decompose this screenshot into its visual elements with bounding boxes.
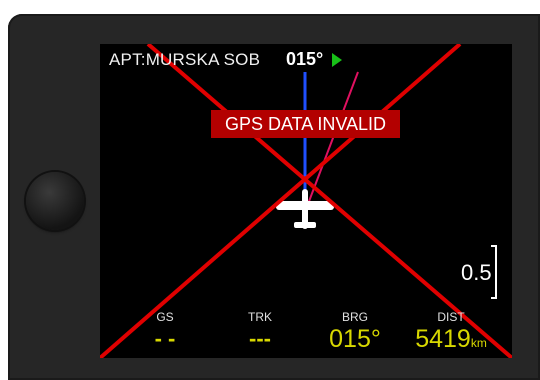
bearing-field: BRG 015° [320, 310, 390, 354]
rotary-knob[interactable] [26, 172, 84, 230]
range-bracket [491, 245, 497, 299]
dist-label: DIST [437, 310, 465, 324]
heading-pointer-icon [332, 53, 342, 67]
brg-label: BRG [341, 310, 368, 324]
trk-value: --- [249, 326, 271, 351]
dist-unit: km [470, 336, 487, 350]
dist-value-wrap: 5419km [406, 325, 496, 354]
gps-invalid-warning: GPS DATA INVALID [211, 110, 400, 138]
range-value: 0.5 [461, 260, 492, 285]
gs-value: - - [154, 326, 176, 351]
dist-value: 5419 [415, 325, 471, 353]
ground-speed-field: GS - - [145, 310, 185, 352]
distance-field: DIST 5419km [406, 310, 496, 354]
gps-display: APT:MURSKA SOB 015° GPS DATA INVALID 0.5… [100, 44, 512, 358]
gs-label: GS [156, 310, 174, 324]
airport-name: APT:MURSKA SOB [109, 50, 261, 69]
brg-value: 015° [329, 325, 381, 353]
track-field: TRK --- [240, 310, 280, 352]
trk-label: TRK [248, 310, 272, 324]
heading-readout: 015° [286, 49, 324, 69]
